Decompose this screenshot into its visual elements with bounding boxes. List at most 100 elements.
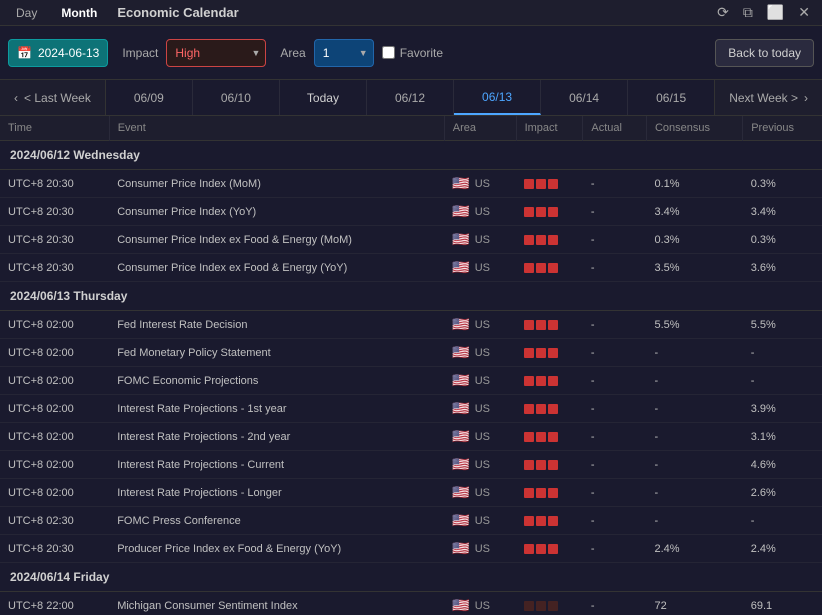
refresh-icon[interactable]: ⟳ [713, 2, 733, 23]
event-previous: - [743, 339, 822, 367]
event-consensus: - [646, 367, 742, 395]
event-consensus: 0.1% [646, 170, 742, 198]
table-row[interactable]: UTC+8 02:00Interest Rate Projections - L… [0, 479, 822, 507]
event-impact [516, 592, 583, 615]
impact-bar [524, 235, 534, 245]
country-code: US [475, 206, 490, 218]
event-impact [516, 507, 583, 535]
impact-bar [524, 376, 534, 386]
nav-date-06-14[interactable]: 06/14 [541, 80, 628, 115]
event-actual: - [583, 592, 647, 615]
nav-date-06-12[interactable]: 06/12 [367, 80, 454, 115]
table-row[interactable]: UTC+8 02:00FOMC Economic Projections🇺🇸US… [0, 367, 822, 395]
impact-bar [524, 348, 534, 358]
event-time: UTC+8 02:00 [0, 367, 109, 395]
table-row[interactable]: UTC+8 02:00Interest Rate Projections - 1… [0, 395, 822, 423]
event-previous: 3.6% [743, 254, 822, 282]
favorite-checkbox-label[interactable]: Favorite [382, 46, 443, 60]
impact-bar [548, 544, 558, 554]
table-row[interactable]: UTC+8 02:00Interest Rate Projections - C… [0, 451, 822, 479]
toolbar: 📅 2024-06-13 Impact High Medium Low All … [0, 26, 822, 80]
impact-bar [536, 235, 546, 245]
country-code: US [475, 459, 490, 471]
event-time: UTC+8 02:00 [0, 451, 109, 479]
table-row[interactable]: UTC+8 22:00Michigan Consumer Sentiment I… [0, 592, 822, 615]
event-impact [516, 311, 583, 339]
nav-date-Today[interactable]: Today [280, 80, 367, 115]
country-code: US [475, 543, 490, 555]
event-area: 🇺🇸US [444, 367, 516, 395]
event-area: 🇺🇸US [444, 592, 516, 615]
nav-bar: ‹ < Last Week 06/0906/10Today06/1206/130… [0, 80, 822, 116]
event-consensus: 3.5% [646, 254, 742, 282]
impact-bar [548, 348, 558, 358]
restore-icon[interactable]: ⧉ [739, 2, 757, 23]
event-impact [516, 170, 583, 198]
country-flag: 🇺🇸 [452, 400, 469, 417]
prev-week-button[interactable]: ‹ < Last Week [0, 80, 106, 115]
country-flag: 🇺🇸 [452, 484, 469, 501]
tab-day[interactable]: Day [8, 4, 45, 22]
impact-bar [524, 179, 534, 189]
tab-month[interactable]: Month [53, 4, 105, 22]
impact-bar [524, 320, 534, 330]
table-row[interactable]: UTC+8 02:00Fed Interest Rate Decision🇺🇸U… [0, 311, 822, 339]
table-row[interactable]: UTC+8 20:30Consumer Price Index (YoY)🇺🇸U… [0, 198, 822, 226]
impact-bar [524, 488, 534, 498]
event-table-container[interactable]: TimeEventAreaImpactActualConsensusPrevio… [0, 116, 822, 615]
event-impact [516, 254, 583, 282]
back-today-button[interactable]: Back to today [715, 39, 814, 67]
impact-bar [524, 432, 534, 442]
maximize-icon[interactable]: ⬜ [763, 2, 788, 23]
event-name: Interest Rate Projections - Longer [109, 479, 444, 507]
next-week-button[interactable]: Next Week > › [714, 80, 822, 115]
table-row[interactable]: UTC+8 20:30Consumer Price Index (MoM)🇺🇸U… [0, 170, 822, 198]
country-flag: 🇺🇸 [452, 456, 469, 473]
table-row[interactable]: UTC+8 20:30Consumer Price Index ex Food … [0, 254, 822, 282]
event-actual: - [583, 339, 647, 367]
event-consensus: - [646, 423, 742, 451]
impact-bar [548, 432, 558, 442]
event-consensus: 0.3% [646, 226, 742, 254]
table-row[interactable]: UTC+8 20:30Producer Price Index ex Food … [0, 535, 822, 563]
impact-bar [548, 488, 558, 498]
impact-bar [548, 460, 558, 470]
prev-chevron-icon: ‹ [14, 91, 18, 105]
event-time: UTC+8 02:00 [0, 339, 109, 367]
table-row[interactable]: UTC+8 20:30Consumer Price Index ex Food … [0, 226, 822, 254]
section-header: 2024/06/13 Thursday [0, 282, 822, 311]
country-flag: 🇺🇸 [452, 203, 469, 220]
event-name: Fed Monetary Policy Statement [109, 339, 444, 367]
event-previous: 3.4% [743, 198, 822, 226]
table-row[interactable]: UTC+8 02:00Interest Rate Projections - 2… [0, 423, 822, 451]
event-previous: 3.1% [743, 423, 822, 451]
event-consensus: 5.5% [646, 311, 742, 339]
impact-bar [536, 320, 546, 330]
impact-bar [536, 207, 546, 217]
table-header-row: TimeEventAreaImpactActualConsensusPrevio… [0, 116, 822, 141]
event-area: 🇺🇸US [444, 395, 516, 423]
event-previous: 0.3% [743, 226, 822, 254]
event-actual: - [583, 170, 647, 198]
table-row[interactable]: UTC+8 02:00Fed Monetary Policy Statement… [0, 339, 822, 367]
event-name: Consumer Price Index (MoM) [109, 170, 444, 198]
event-impact [516, 198, 583, 226]
table-row[interactable]: UTC+8 02:30FOMC Press Conference🇺🇸US--- [0, 507, 822, 535]
nav-date-06-10[interactable]: 06/10 [193, 80, 280, 115]
event-impact [516, 226, 583, 254]
nav-date-06-13[interactable]: 06/13 [454, 80, 541, 115]
country-code: US [475, 431, 490, 443]
app-title: Economic Calendar [117, 5, 238, 20]
impact-bar [548, 207, 558, 217]
impact-select[interactable]: High Medium Low All [166, 39, 266, 67]
event-actual: - [583, 479, 647, 507]
area-select[interactable]: 1 2 All [314, 39, 374, 67]
event-previous: 2.4% [743, 535, 822, 563]
nav-date-06-09[interactable]: 06/09 [106, 80, 193, 115]
close-icon[interactable]: ✕ [794, 2, 814, 23]
col-header-actual: Actual [583, 116, 647, 141]
date-picker[interactable]: 📅 2024-06-13 [8, 39, 108, 67]
nav-date-06-15[interactable]: 06/15 [628, 80, 714, 115]
country-code: US [475, 319, 490, 331]
favorite-checkbox[interactable] [382, 46, 395, 59]
